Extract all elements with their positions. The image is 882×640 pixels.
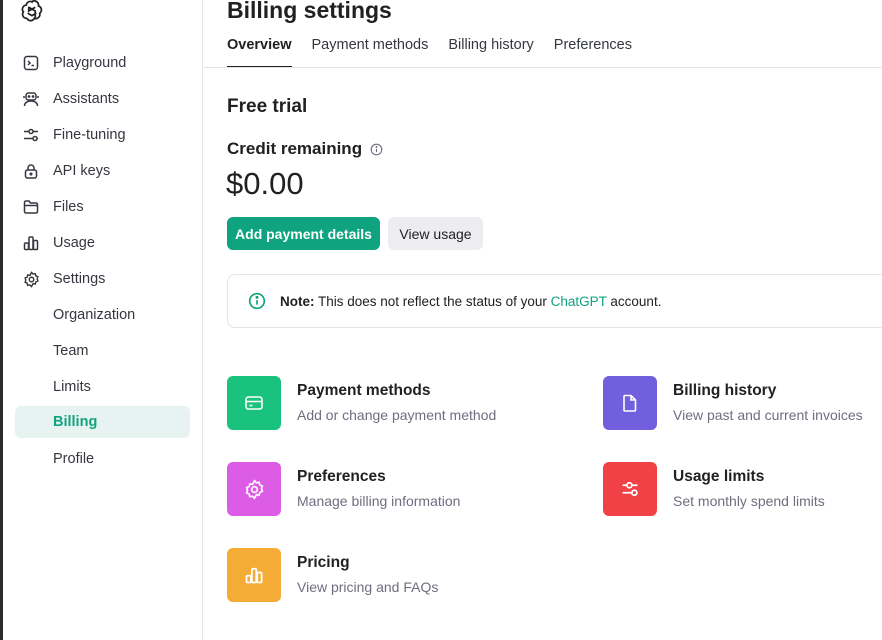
tab-bar: Overview Payment methods Billing history… xyxy=(227,30,632,68)
tab-divider xyxy=(204,67,882,68)
sidebar-subitem-label: Limits xyxy=(53,379,91,395)
robot-icon xyxy=(22,90,40,108)
card-payment-methods[interactable]: Payment methods Add or change payment me… xyxy=(227,376,557,432)
add-payment-details-button[interactable]: Add payment details xyxy=(227,217,380,250)
card-tile xyxy=(603,376,657,430)
sidebar-subitem-label: Team xyxy=(53,343,89,359)
sidebar-item-usage[interactable]: Usage xyxy=(15,227,190,259)
card-billing-history[interactable]: Billing history View past and current in… xyxy=(603,376,882,432)
info-icon[interactable] xyxy=(370,143,383,156)
note-text-before: This does not reflect the status of your xyxy=(314,293,551,309)
note-banner: Note: This does not reflect the status o… xyxy=(227,274,882,328)
sidebar-item-label: Playground xyxy=(53,55,127,71)
credit-heading: Credit remaining xyxy=(227,139,383,159)
sidebar-subitem-label: Profile xyxy=(53,451,95,467)
card-subtitle: Set monthly spend limits xyxy=(673,493,825,509)
sidebar-item-label: API keys xyxy=(53,163,111,179)
card-title: Usage limits xyxy=(673,468,765,485)
sidebar-item-playground[interactable]: Playground xyxy=(15,47,190,79)
sidebar-item-label: Assistants xyxy=(53,91,120,107)
sidebar: Playground Assistants Fine-tuning API ke… xyxy=(3,0,203,640)
card-title: Preferences xyxy=(297,468,386,485)
card-tile xyxy=(227,548,281,602)
card-usage-limits[interactable]: Usage limits Set monthly spend limits xyxy=(603,462,882,518)
openai-logo-icon[interactable] xyxy=(19,0,45,24)
info-circle-icon xyxy=(248,292,266,310)
card-subtitle: Manage billing information xyxy=(297,493,461,509)
tab-billing-history[interactable]: Billing history xyxy=(448,30,533,68)
tab-overview[interactable]: Overview xyxy=(227,30,292,68)
credit-amount: $0.00 xyxy=(226,166,304,201)
sliders-icon xyxy=(22,126,40,144)
folder-icon xyxy=(22,198,40,216)
card-title: Payment methods xyxy=(297,382,431,399)
gear-icon xyxy=(22,270,40,288)
card-pricing[interactable]: Pricing View pricing and FAQs xyxy=(227,548,557,604)
card-tile xyxy=(603,462,657,516)
sidebar-subitem-billing[interactable]: Billing xyxy=(15,406,190,438)
card-subtitle: View pricing and FAQs xyxy=(297,579,439,595)
card-preferences[interactable]: Preferences Manage billing information xyxy=(227,462,557,518)
note-text: Note: This does not reflect the status o… xyxy=(280,294,661,309)
tab-payment-methods[interactable]: Payment methods xyxy=(312,30,429,68)
bar-chart-icon xyxy=(245,567,263,584)
sliders-icon xyxy=(622,481,638,497)
note-prefix: Note: xyxy=(280,293,315,309)
tab-preferences[interactable]: Preferences xyxy=(554,30,632,68)
sidebar-item-label: Fine-tuning xyxy=(53,127,126,143)
view-usage-button[interactable]: View usage xyxy=(388,217,483,250)
page-title: Billing settings xyxy=(227,0,392,23)
sidebar-subitem-team[interactable]: Team xyxy=(15,335,190,367)
sidebar-subitem-label: Billing xyxy=(53,414,98,430)
sidebar-item-label: Files xyxy=(53,199,84,215)
main-content: Billing settings Overview Payment method… xyxy=(204,0,882,640)
note-text-after: account. xyxy=(606,293,662,309)
card-subtitle: View past and current invoices xyxy=(673,407,863,423)
card-title: Billing history xyxy=(673,382,777,399)
chatgpt-link[interactable]: ChatGPT xyxy=(551,294,607,309)
sidebar-item-label: Usage xyxy=(53,235,95,251)
sidebar-item-settings[interactable]: Settings xyxy=(15,263,190,295)
sidebar-subitem-profile[interactable]: Profile xyxy=(15,443,190,475)
card-title: Pricing xyxy=(297,554,350,571)
document-icon xyxy=(623,394,637,412)
sidebar-item-files[interactable]: Files xyxy=(15,191,190,223)
sidebar-item-api-keys[interactable]: API keys xyxy=(15,155,190,187)
credit-label: Credit remaining xyxy=(227,139,363,158)
sidebar-subitem-organization[interactable]: Organization xyxy=(15,299,190,331)
sidebar-subitem-limits[interactable]: Limits xyxy=(15,371,190,403)
sidebar-item-label: Settings xyxy=(53,271,106,287)
sidebar-item-fine-tuning[interactable]: Fine-tuning xyxy=(15,119,190,151)
card-tile xyxy=(227,462,281,516)
lock-icon xyxy=(22,162,40,180)
plan-title: Free trial xyxy=(227,96,308,117)
terminal-icon xyxy=(22,54,40,72)
card-subtitle: Add or change payment method xyxy=(297,407,497,423)
sidebar-item-assistants[interactable]: Assistants xyxy=(15,83,190,115)
sidebar-subitem-label: Organization xyxy=(53,307,136,323)
credit-card-icon xyxy=(245,396,263,410)
gear-icon xyxy=(245,478,263,500)
card-tile xyxy=(227,376,281,430)
bar-chart-icon xyxy=(22,234,40,252)
